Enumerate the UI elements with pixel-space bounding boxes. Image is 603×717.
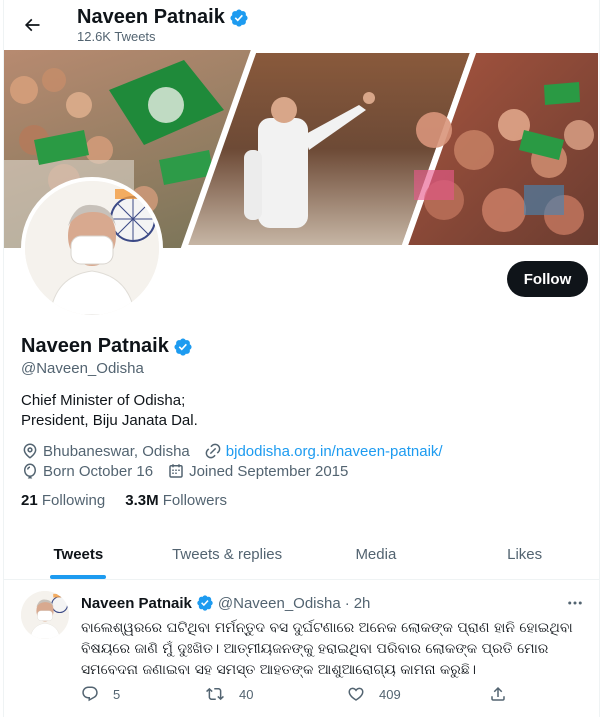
follow-counts: 21 Following 3.3M Followers — [21, 492, 227, 509]
followers-label: Followers — [162, 492, 227, 509]
following-link[interactable]: 21 Following — [21, 492, 105, 509]
followers-count: 3.3M — [125, 492, 159, 509]
tweet-actions: 5 40 409 — [81, 685, 511, 709]
profile-tabs: Tweets Tweets & replies Media Likes — [4, 530, 599, 580]
profile-page: Naveen Patnaik 12.6K Tweets Follow Navee… — [3, 0, 600, 717]
reply-button[interactable]: 5 — [81, 685, 120, 703]
following-label: Following — [41, 492, 106, 509]
profile-handle: @Naveen_Odisha — [21, 360, 144, 377]
share-button[interactable] — [489, 685, 507, 703]
profile-birthday: Born October 16 — [43, 462, 154, 480]
back-arrow-icon — [24, 18, 40, 32]
like-icon — [348, 687, 364, 701]
profile-meta-row-1: Bhubaneswar, Odisha bjdodisha.org.in/nav… — [21, 442, 443, 460]
verified-badge-icon — [230, 8, 248, 27]
tweet-item[interactable]: Naveen Patnaik @Naveen_Odisha · 2h ବାଲେଶ… — [4, 581, 599, 717]
header-name: Naveen Patnaik — [77, 6, 225, 28]
avatar-image — [21, 591, 69, 639]
share-icon — [491, 686, 505, 701]
back-button[interactable] — [18, 11, 46, 39]
balloon-icon — [21, 462, 39, 480]
profile-location: Bhubaneswar, Odisha — [43, 442, 190, 460]
top-bar: Naveen Patnaik 12.6K Tweets — [4, 0, 599, 50]
bio-line: President, Biju Janata Dal. — [21, 412, 198, 429]
tweet-time[interactable]: 2h — [354, 595, 371, 612]
location-pin-icon — [21, 442, 39, 460]
follow-button[interactable]: Follow — [507, 261, 588, 297]
like-count: 409 — [379, 686, 401, 702]
tab-tweets-replies[interactable]: Tweets & replies — [153, 530, 302, 579]
like-button[interactable]: 409 — [347, 685, 401, 703]
bio-line: Chief Minister of Odisha; — [21, 392, 186, 409]
tweet-count: 12.6K Tweets — [77, 29, 156, 44]
tweet-text: ବାଲେଶ୍ୱରରେ ଘଟିଥିବା ମର୍ମନ୍ତୁଦ ବସ ଦୁର୍ଘଟଣା… — [81, 620, 573, 678]
tab-tweets[interactable]: Tweets — [4, 530, 153, 579]
tweet-separator: · — [344, 594, 350, 612]
profile-joined: Joined September 2015 — [189, 462, 349, 480]
verified-badge-icon — [174, 337, 192, 356]
more-icon — [568, 601, 582, 605]
tweet-author-name[interactable]: Naveen Patnaik — [81, 595, 192, 612]
tweet-more-button[interactable] — [564, 593, 586, 613]
followers-link[interactable]: 3.3M Followers — [125, 492, 227, 509]
header-title: Naveen Patnaik — [77, 6, 249, 29]
profile-meta-row-2: Born October 16 Joined September 2015 — [21, 462, 348, 480]
reply-icon — [82, 686, 98, 702]
following-count: 21 — [21, 492, 38, 509]
tweet-header: Naveen Patnaik @Naveen_Odisha · 2h — [81, 594, 370, 612]
retweet-icon — [206, 687, 224, 701]
profile-bio: Chief Minister of Odisha; President, Bij… — [21, 391, 198, 431]
profile-name-row: Naveen Patnaik — [21, 335, 193, 358]
tweet-avatar[interactable] — [21, 591, 69, 639]
profile-avatar[interactable] — [21, 177, 163, 319]
link-icon — [204, 442, 222, 460]
profile-website-link[interactable]: bjdodisha.org.in/naveen-patnaik/ — [226, 443, 443, 460]
tweet-author-handle[interactable]: @Naveen_Odisha — [218, 595, 341, 612]
retweet-button[interactable]: 40 — [205, 685, 253, 703]
verified-badge-icon — [197, 595, 213, 611]
retweet-count: 40 — [239, 686, 254, 702]
tab-likes[interactable]: Likes — [450, 530, 599, 579]
calendar-icon — [167, 462, 185, 480]
avatar-image — [25, 181, 159, 315]
tab-media[interactable]: Media — [302, 530, 451, 579]
profile-name: Naveen Patnaik — [21, 335, 169, 357]
reply-count: 5 — [113, 686, 121, 702]
